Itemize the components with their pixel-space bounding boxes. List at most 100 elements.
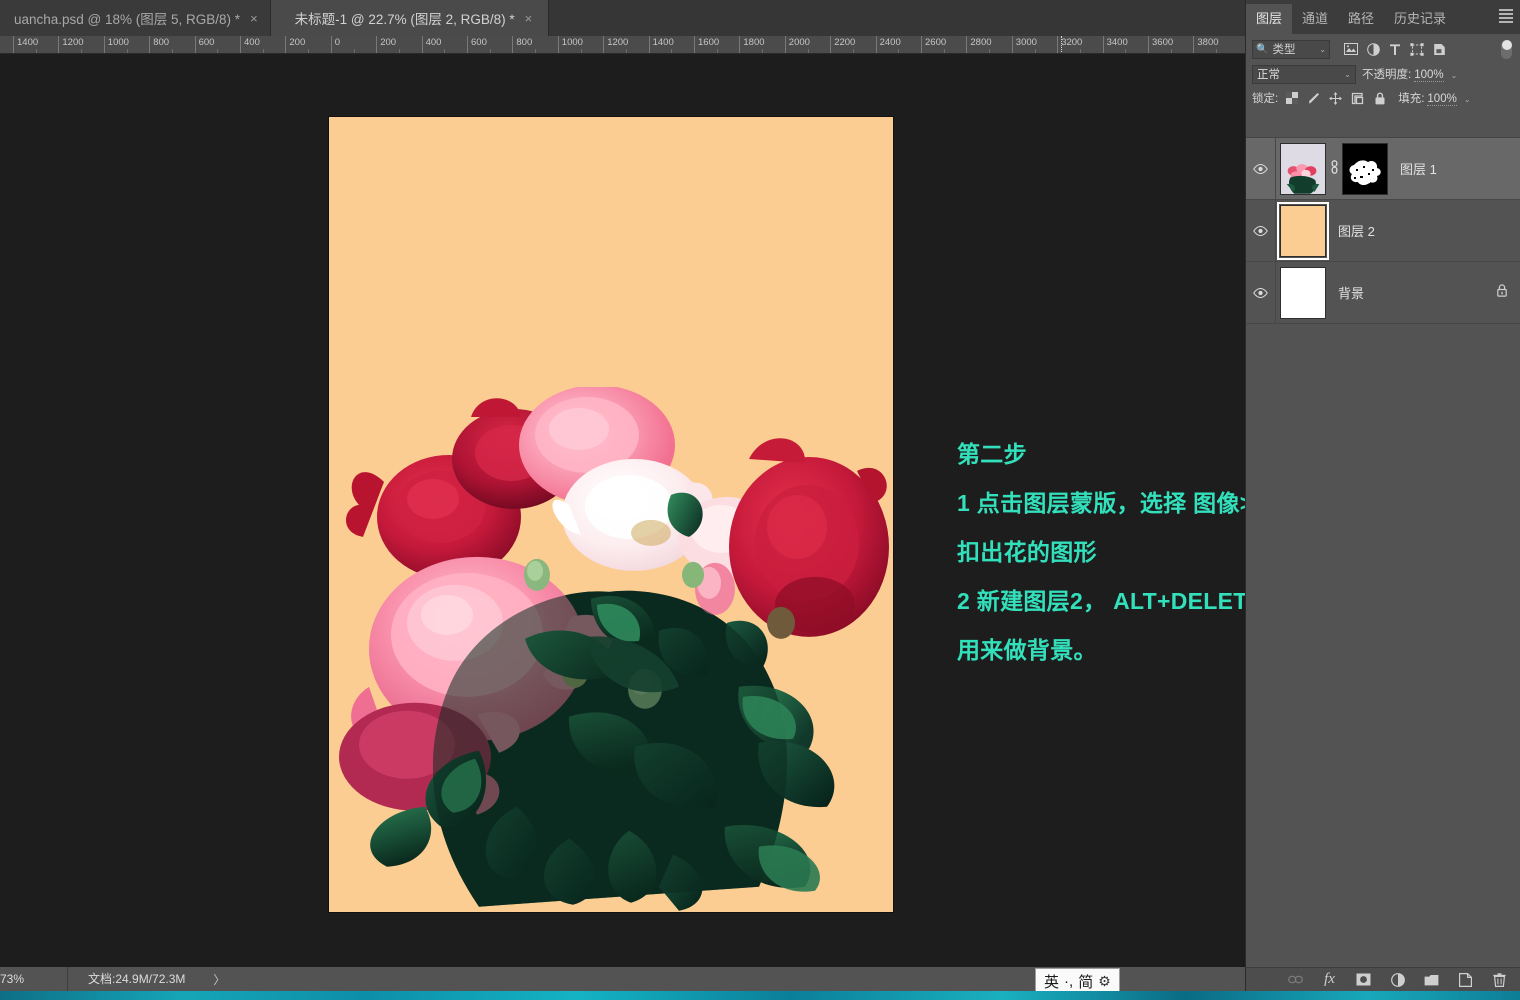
ruler-minor-tick — [1125, 49, 1127, 53]
lock-artboard-icon[interactable] — [1349, 90, 1366, 107]
ruler-minor-tick — [171, 49, 173, 53]
zoom-level-field[interactable]: 73% — [0, 967, 68, 991]
type-layer-filter-icon[interactable] — [1384, 40, 1406, 59]
new-fill-adjustment-button[interactable] — [1389, 971, 1406, 988]
tab-layers[interactable]: 图层 — [1246, 4, 1293, 34]
lock-transparency-icon[interactable] — [1283, 90, 1300, 107]
filter-type-select[interactable]: 🔍 类型 ⌄ — [1252, 39, 1330, 59]
chevron-down-icon[interactable]: ⌄ — [1464, 95, 1471, 104]
layers-panel-footer: fx — [1246, 967, 1520, 991]
document-canvas[interactable] — [329, 117, 893, 912]
chevron-down-icon[interactable]: ⌄ — [1451, 71, 1458, 80]
tab-paths[interactable]: 路径 — [1338, 4, 1384, 34]
document-tab-bar: uancha.psd @ 18% (图层 5, RGB/8) * × 未标题-1… — [0, 0, 1245, 36]
status-expand-icon[interactable]: 〉 — [213, 971, 225, 988]
ruler-minor-tick — [943, 49, 945, 53]
ruler-tick-label: 1600 — [694, 36, 719, 53]
tab-channels[interactable]: 通道 — [1292, 4, 1338, 34]
ruler-tick-label: 3000 — [1011, 36, 1037, 53]
panel-menu-icon[interactable] — [1499, 9, 1513, 23]
ruler-minor-tick — [762, 49, 764, 53]
ruler-minor-tick — [852, 49, 854, 53]
document-tab-1-label: uancha.psd @ 18% (图层 5, RGB/8) * — [14, 12, 241, 27]
ruler-minor-tick — [262, 49, 264, 53]
lock-image-icon[interactable] — [1305, 90, 1322, 107]
tab-bar-empty-space — [549, 0, 1245, 36]
layer-image-thumbnail[interactable] — [1277, 201, 1329, 260]
thumbnail-bouquet-art — [1286, 163, 1320, 194]
ruler-tick-label: 400 — [421, 36, 441, 53]
shape-layer-filter-icon[interactable] — [1406, 40, 1428, 59]
layer-mask-thumbnail[interactable] — [1342, 142, 1388, 195]
ruler-minor-tick — [716, 49, 718, 53]
ruler-tick-label: 600 — [194, 36, 214, 53]
new-group-button[interactable] — [1423, 971, 1440, 988]
ruler-tick-label: 200 — [376, 36, 396, 53]
opacity-field[interactable]: 不透明度: 100% ⌄ — [1362, 66, 1457, 82]
layer-name-label[interactable]: 图层 1 — [1400, 159, 1437, 178]
layer-row-1[interactable]: 图层 1 — [1246, 137, 1520, 200]
horizontal-ruler[interactable]: 1400 1200 1000 800 600 400 200 0 200 400 600 800 100… — [0, 36, 1245, 54]
delete-layer-button[interactable] — [1491, 971, 1508, 988]
layer-style-button[interactable]: fx — [1321, 971, 1338, 988]
pixel-layer-filter-icon[interactable] — [1340, 40, 1362, 59]
layer-thumbnails — [1276, 201, 1329, 260]
tab-history[interactable]: 历史记录 — [1384, 4, 1456, 34]
ruler-tick-label: 2000 — [784, 36, 810, 53]
ruler-tick-label: 1800 — [739, 36, 765, 53]
mask-shape — [1349, 159, 1381, 185]
annotation-line-1: 第二步 — [957, 441, 1027, 467]
new-layer-button[interactable] — [1457, 971, 1474, 988]
layer-visibility-toggle[interactable] — [1246, 199, 1276, 262]
close-icon[interactable]: × — [250, 11, 258, 26]
layer-row-2[interactable]: 图层 2 — [1246, 199, 1520, 262]
layer-row-3[interactable]: 背景 — [1246, 261, 1520, 324]
layer-name-label[interactable]: 图层 2 — [1338, 221, 1375, 240]
canvas-area[interactable]: 第二步 1 点击图层蒙版，选择 图像>调整>反相, 扣出花的图形 2 新建图层2… — [0, 54, 1245, 967]
ruler-tick-label: 1400 — [648, 36, 674, 53]
adjustment-layer-filter-icon[interactable] — [1362, 40, 1384, 59]
layer-list[interactable]: 图层 1 图层 2 背景 — [1246, 137, 1520, 967]
layer-visibility-toggle[interactable] — [1246, 137, 1276, 200]
link-layers-button[interactable] — [1287, 971, 1304, 988]
blend-mode-select[interactable]: 正常 ⌄ — [1252, 64, 1356, 84]
ruler-tick-label: 2600 — [921, 36, 946, 53]
fill-value[interactable]: 100% — [1427, 93, 1457, 106]
lock-row: 锁定: 填充: 100% ⌄ — [1246, 86, 1520, 110]
link-icon[interactable] — [1328, 160, 1340, 177]
lock-icon — [1496, 283, 1508, 302]
document-tab-1[interactable]: uancha.psd @ 18% (图层 5, RGB/8) * × — [0, 0, 271, 36]
lock-all-icon[interactable] — [1371, 90, 1388, 107]
ruler-minor-tick — [1170, 49, 1172, 53]
opacity-value[interactable]: 100% — [1414, 69, 1444, 82]
layer-mask-button[interactable] — [1355, 971, 1372, 988]
document-size-label: 文档:24.9M/72.3M — [88, 972, 186, 986]
blend-mode-row: 正常 ⌄ 不透明度: 100% ⌄ — [1246, 62, 1520, 86]
peony-bouquet-artwork — [339, 387, 889, 912]
smart-object-filter-icon[interactable] — [1428, 40, 1450, 59]
lock-position-icon[interactable] — [1327, 90, 1344, 107]
close-icon[interactable]: × — [525, 11, 533, 26]
layer-image-thumbnail[interactable] — [1280, 266, 1326, 319]
ruler-tick-label: 1000 — [557, 36, 583, 53]
filter-enable-toggle[interactable] — [1501, 39, 1512, 59]
ruler-tick-label: 3800 — [1193, 36, 1219, 53]
ruler-tick-label: 600 — [467, 36, 487, 53]
background-window-strip — [0, 991, 1520, 1000]
fill-field[interactable]: 填充: 100% ⌄ — [1398, 90, 1471, 106]
ime-shape-label: 简 — [1078, 973, 1094, 991]
lock-label: 锁定: — [1252, 93, 1279, 105]
document-tab-2[interactable]: 未标题-1 @ 22.7% (图层 2, RGB/8) * × — [270, 0, 550, 36]
ruler-minor-tick — [807, 49, 809, 53]
eye-icon — [1253, 163, 1268, 174]
opacity-label: 不透明度: — [1362, 69, 1412, 81]
layer-visibility-toggle[interactable] — [1246, 261, 1276, 324]
search-icon: 🔍 — [1256, 43, 1269, 55]
ruler-tick-label: 2200 — [830, 36, 855, 53]
layer-name-label[interactable]: 背景 — [1338, 283, 1364, 302]
ruler-tick-label: 3400 — [1102, 36, 1128, 53]
ruler-minor-tick — [580, 49, 582, 53]
layer-image-thumbnail[interactable] — [1280, 142, 1326, 195]
gear-icon[interactable]: ⚙ — [1098, 973, 1111, 990]
ruler-tick-label: 1000 — [103, 36, 129, 53]
